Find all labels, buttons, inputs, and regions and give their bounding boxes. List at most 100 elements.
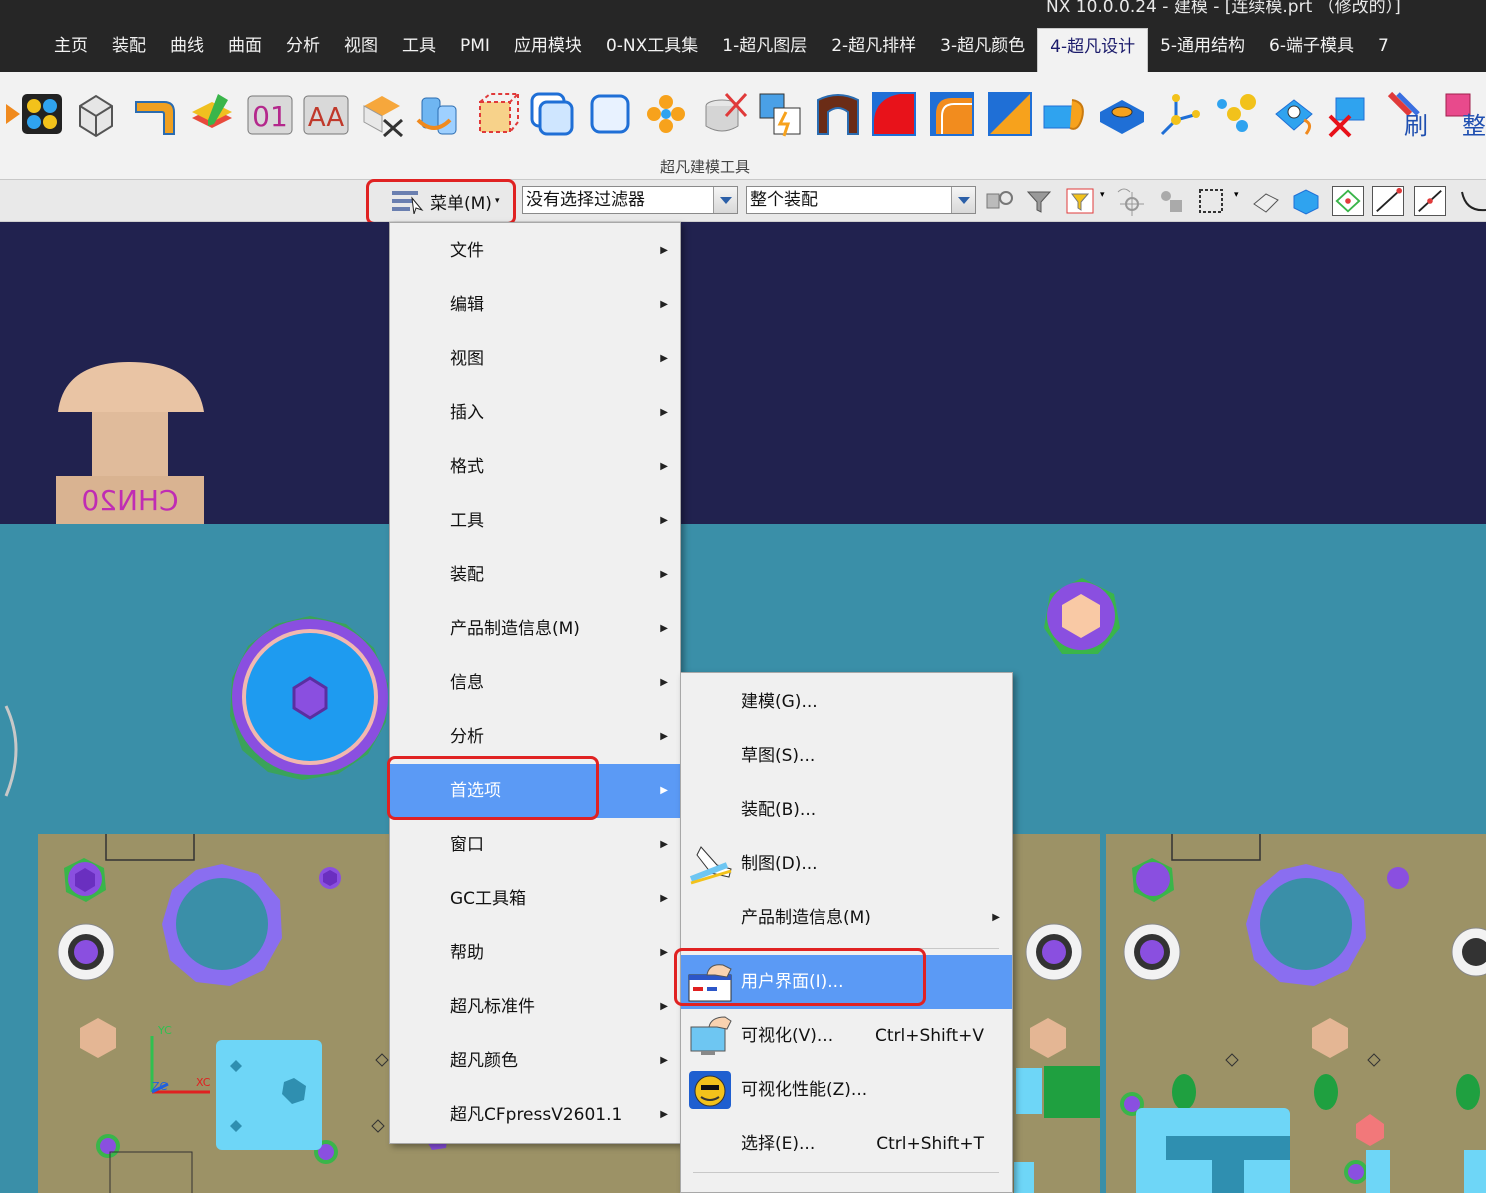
tab-tools[interactable]: 工具	[390, 28, 448, 64]
selection-scope-dropdown[interactable]: 整个装配	[746, 186, 976, 214]
svg-text:AA: AA	[308, 103, 345, 133]
menu-item-edit[interactable]: 编辑 ▶	[390, 278, 680, 332]
submenu-arrow-icon: ▶	[660, 677, 668, 688]
tab-view[interactable]: 视图	[332, 28, 390, 64]
tab-strip-layout[interactable]: 2-超凡排样	[819, 28, 928, 64]
menu-item-file[interactable]: 文件 ▶	[390, 224, 680, 278]
pref-item-visualization-performance[interactable]: 可视化性能(Z)...	[681, 1063, 1012, 1117]
menu-item-preferences[interactable]: 首选项 ▶	[390, 764, 680, 818]
tab-nx-toolset[interactable]: 0-NX工具集	[594, 28, 710, 64]
menu-button[interactable]: 菜单(M) ▾	[390, 185, 510, 217]
svg-text:刷: 刷	[1404, 112, 1428, 138]
face-select-icon[interactable]	[1250, 186, 1282, 216]
snap-points-icon[interactable]	[1332, 186, 1364, 216]
tab-application[interactable]: 应用模块	[502, 28, 594, 64]
main-menu: 文件 ▶ 编辑 ▶ 视图 ▶ 插入 ▶ 格式 ▶ 工具 ▶ 装配 ▶ 产品制造信息(M) ▶ 信…	[389, 222, 681, 1144]
menu-item-cfpress[interactable]: 超凡CFpressV2601.1 ▶	[390, 1088, 680, 1142]
tab-home[interactable]: 主页	[42, 28, 100, 64]
tab-general-structure[interactable]: 5-通用结构	[1148, 28, 1257, 64]
svg-text:01: 01	[252, 100, 288, 133]
menu-item-tools[interactable]: 工具 ▶	[390, 494, 680, 548]
rounded-square-icon[interactable]	[586, 90, 634, 138]
pref-item-sketch[interactable]: 草图(S)...	[681, 729, 1012, 783]
tab-assembly[interactable]: 装配	[100, 28, 158, 64]
ribbon-group-label: 超凡建模工具	[659, 158, 750, 176]
tidy-icon[interactable]: 整	[1440, 90, 1486, 138]
svg-text:整: 整	[1462, 112, 1486, 138]
feature-select-icon[interactable]	[1156, 186, 1188, 216]
text-aa-icon[interactable]: AA	[302, 90, 350, 138]
pref-item-selection[interactable]: 选择(E)... Ctrl+Shift+T	[681, 1117, 1012, 1171]
submenu-arrow-icon: ▶	[660, 947, 668, 958]
menu-item-window[interactable]: 窗口 ▶	[390, 818, 680, 872]
roll-sheet-icon[interactable]	[1042, 90, 1090, 138]
submenu-arrow-icon: ▶	[660, 407, 668, 418]
menu-item-colors[interactable]: 超凡颜色 ▶	[390, 1034, 680, 1088]
csys-icon[interactable]	[1156, 90, 1204, 138]
corner-round-orange-icon[interactable]	[928, 90, 976, 138]
selection-toolbar: 菜单(M) ▾ 没有选择过滤器 整个装配 ▾ ▾	[0, 179, 1486, 225]
menu-item-view[interactable]: 视图 ▶	[390, 332, 680, 386]
corner-round-red-icon[interactable]	[870, 90, 918, 138]
tab-design[interactable]: 4-超凡设计	[1037, 28, 1149, 72]
body-select-icon[interactable]	[1290, 186, 1322, 216]
snap-filter-dropdown-icon[interactable]: ▾	[1100, 190, 1105, 200]
pref-item-modeling[interactable]: 建模(G)...	[681, 675, 1012, 729]
submenu-arrow-icon: ▶	[660, 893, 668, 904]
menu-item-information[interactable]: 信息 ▶	[390, 656, 680, 710]
pref-item-pmi[interactable]: 产品制造信息(M) ▶	[681, 891, 1012, 945]
pref-item-user-interface[interactable]: 用户界面(I)...	[681, 955, 1012, 1009]
points-icon[interactable]	[1212, 90, 1260, 138]
cube-section-icon[interactable]	[72, 90, 120, 138]
curve-point-icon[interactable]	[1456, 186, 1486, 216]
tab-curve[interactable]: 曲线	[158, 28, 216, 64]
line-end-icon[interactable]	[1372, 186, 1404, 216]
menu-item-standard-parts[interactable]: 超凡标准件 ▶	[390, 980, 680, 1034]
grid-tool-icon[interactable]	[18, 90, 66, 138]
selection-filter-dropdown[interactable]: 没有选择过滤器	[522, 186, 738, 214]
pref-item-visualization[interactable]: 可视化(V)... Ctrl+Shift+V	[681, 1009, 1012, 1063]
line-mid-icon[interactable]	[1414, 186, 1446, 216]
hole-body-icon[interactable]	[1270, 90, 1318, 138]
tab-colors[interactable]: 3-超凡颜色	[928, 28, 1037, 64]
menu-item-help[interactable]: 帮助 ▶	[390, 926, 680, 980]
menu-item-insert[interactable]: 插入 ▶	[390, 386, 680, 440]
submenu-arrow-icon: ▶	[660, 623, 668, 634]
body-move-icon[interactable]	[414, 90, 462, 138]
chamfer-icon[interactable]	[986, 90, 1034, 138]
preferences-submenu: 建模(G)... 草图(S)... 装配(B)... 制图(D)... 产品制造…	[680, 672, 1013, 1193]
pattern-circles-icon[interactable]	[642, 90, 690, 138]
tab-terminal-mold[interactable]: 6-端子模具	[1257, 28, 1366, 64]
offset-copy-icon[interactable]	[528, 90, 576, 138]
rectangle-select-icon[interactable]	[1196, 186, 1228, 216]
layer-edit-icon[interactable]	[188, 90, 236, 138]
submenu-arrow-icon: ▶	[660, 245, 668, 256]
delete-body-icon[interactable]	[358, 90, 406, 138]
menu-item-format[interactable]: 格式 ▶	[390, 440, 680, 494]
tab-analysis[interactable]: 分析	[274, 28, 332, 64]
split-body-icon[interactable]	[756, 90, 804, 138]
text-01-icon[interactable]: 01	[246, 90, 294, 138]
pref-item-assembly[interactable]: 装配(B)...	[681, 783, 1012, 837]
fillet-icon[interactable]	[814, 90, 862, 138]
menu-item-assembly[interactable]: 装配 ▶	[390, 548, 680, 602]
filter-tool-icon[interactable]	[1024, 186, 1056, 216]
point-select-icon[interactable]	[1114, 186, 1146, 216]
tab-layers[interactable]: 1-超凡图层	[710, 28, 819, 64]
brush-icon[interactable]: 刷	[1384, 90, 1432, 138]
bounding-box-icon[interactable]	[472, 90, 520, 138]
general-selection-icon[interactable]	[984, 186, 1016, 216]
bend-tool-icon[interactable]	[130, 90, 178, 138]
menu-item-analysis[interactable]: 分析 ▶	[390, 710, 680, 764]
remove-feature-icon[interactable]	[1326, 90, 1374, 138]
tab-more[interactable]: 7	[1366, 28, 1401, 64]
tab-surface[interactable]: 曲面	[216, 28, 274, 64]
pref-item-drafting[interactable]: 制图(D)...	[681, 837, 1012, 891]
menu-item-gc-toolkit[interactable]: GC工具箱 ▶	[390, 872, 680, 926]
snap-filter-icon[interactable]	[1064, 186, 1096, 216]
menu-item-pmi[interactable]: 产品制造信息(M) ▶	[390, 602, 680, 656]
rectangle-select-dropdown-icon[interactable]: ▾	[1234, 190, 1239, 200]
pocket-icon[interactable]	[1098, 90, 1146, 138]
tab-pmi[interactable]: PMI	[448, 28, 502, 64]
cylinder-cut-icon[interactable]	[700, 90, 748, 138]
